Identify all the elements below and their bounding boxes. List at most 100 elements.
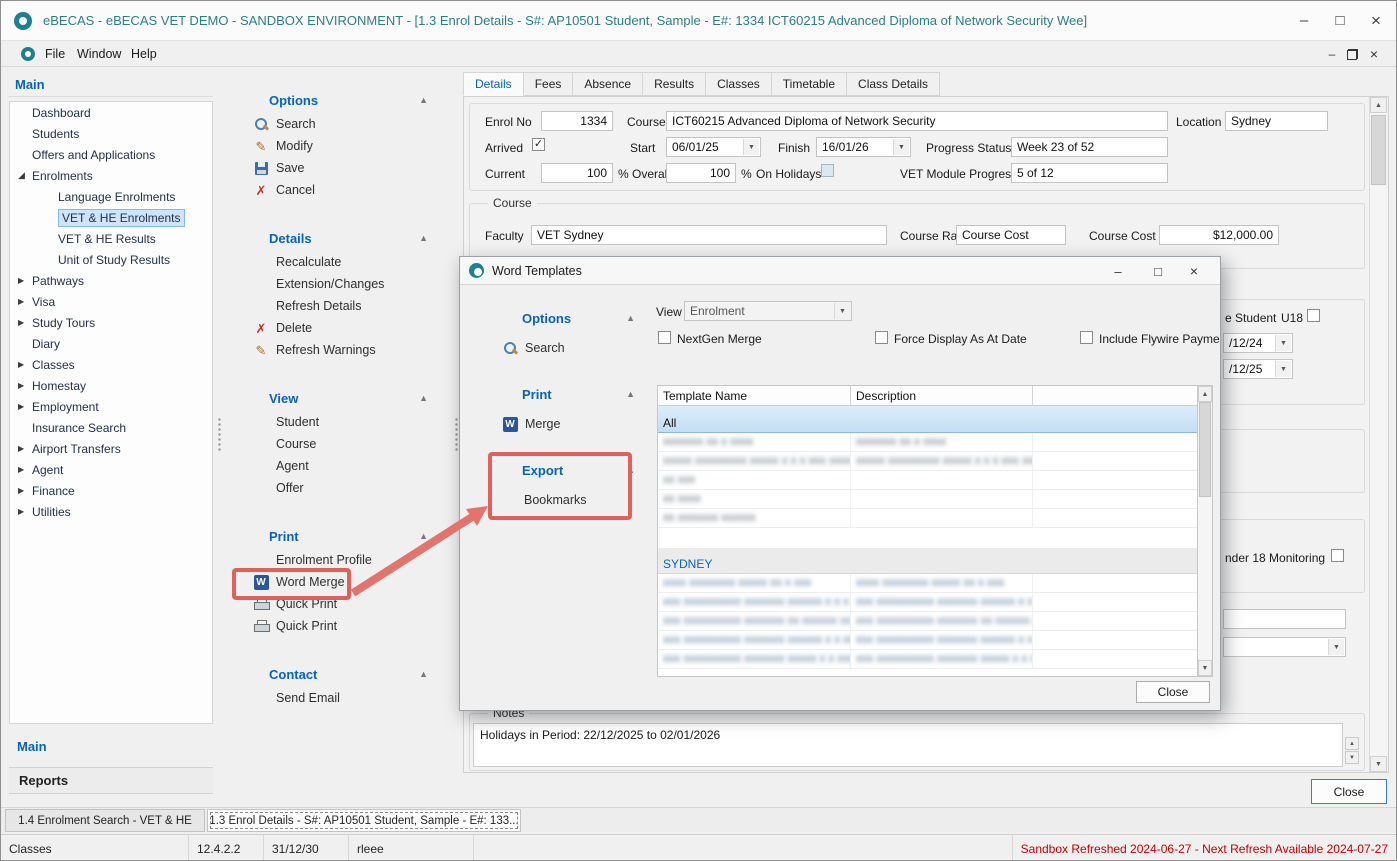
sidebar-item-employment[interactable]: ▶Employment bbox=[10, 396, 212, 417]
menu-window[interactable]: Window bbox=[69, 41, 129, 66]
table-row-all[interactable]: All bbox=[658, 406, 1197, 433]
tab-results[interactable]: Results bbox=[643, 72, 706, 96]
table-row[interactable]: xxxx xxxxxxxx xxxxx xx x xxxxxxx xxxxxxx… bbox=[658, 574, 1197, 593]
under18-monitoring-checkbox[interactable] bbox=[1331, 549, 1344, 562]
table-row[interactable]: xxx xxxxxxxxxx xxxxxxx xxxxxx x x xxxxxx… bbox=[658, 631, 1197, 650]
sidebar-item-visa[interactable]: ▶Visa bbox=[10, 291, 212, 312]
dropdown-arrow-icon[interactable]: ▼ bbox=[743, 139, 759, 155]
table-row[interactable]: xxxxxxx xx x xxxxxxxxxxx xx x xxxx bbox=[658, 433, 1197, 452]
on-holidays-checkbox[interactable] bbox=[821, 164, 834, 177]
table-group-row-sydney[interactable]: SYDNEY bbox=[658, 548, 1197, 574]
splitter-sidebar[interactable] bbox=[216, 417, 223, 453]
table-row[interactable]: xx xxxxxxx xxxxxx bbox=[658, 509, 1197, 528]
current-field[interactable]: 100 bbox=[541, 163, 613, 183]
fee-date-bottom-dropdown[interactable]: /12/25▼ bbox=[1223, 359, 1293, 379]
sidebar-item-finance[interactable]: ▶Finance bbox=[10, 480, 212, 501]
group-header-contact[interactable]: Contact▲ bbox=[226, 661, 456, 687]
dropdown-arrow-icon[interactable]: ▼ bbox=[893, 139, 909, 155]
action-send-email[interactable]: Send Email bbox=[226, 687, 456, 709]
page-tab-enrol-details[interactable]: 1.3 Enrol Details - S#: AP10501 Student,… bbox=[207, 809, 521, 832]
action-cancel[interactable]: ✗Cancel bbox=[226, 179, 456, 201]
scroll-down-button[interactable]: ▼ bbox=[1198, 660, 1212, 676]
close-page-button[interactable]: Close bbox=[1311, 779, 1387, 804]
notes-textarea[interactable]: Holidays in Period: 22/12/2025 to 02/01/… bbox=[473, 723, 1343, 767]
action-modify[interactable]: ✎Modify bbox=[226, 135, 456, 157]
sidebar-item-diary[interactable]: Diary bbox=[10, 333, 212, 354]
action-refresh-warnings[interactable]: ✎Refresh Warnings bbox=[226, 339, 456, 361]
sidebar-item-offers-applications[interactable]: Offers and Applications bbox=[10, 144, 212, 165]
mdi-close-button[interactable]: × bbox=[1364, 44, 1384, 64]
dropdown-arrow-icon[interactable]: ▼ bbox=[1275, 361, 1291, 377]
view-dropdown[interactable]: Enrolment▼ bbox=[684, 301, 852, 321]
partial-field-2-dropdown[interactable]: ▼ bbox=[1223, 637, 1346, 657]
dialog-close-button[interactable]: × bbox=[1180, 259, 1208, 283]
dropdown-arrow-icon[interactable]: ▼ bbox=[1275, 335, 1291, 351]
sidebar-item-agent[interactable]: ▶Agent bbox=[10, 459, 212, 480]
dialog-action-merge[interactable]: Merge bbox=[472, 413, 645, 435]
course-rate-field[interactable]: Course Cost bbox=[956, 225, 1066, 245]
action-delete[interactable]: ✗Delete bbox=[226, 317, 456, 339]
table-scrollbar[interactable]: ▲ ▼ bbox=[1198, 385, 1213, 677]
location-field[interactable]: Sydney bbox=[1225, 111, 1328, 131]
close-button[interactable]: × bbox=[1358, 1, 1394, 40]
dialog-close-action-button[interactable]: Close bbox=[1136, 681, 1210, 703]
start-date-dropdown[interactable]: 06/01/25▼ bbox=[666, 137, 761, 157]
column-header-description[interactable]: Description bbox=[851, 386, 1033, 405]
sidebar-item-study-tours[interactable]: ▶Study Tours bbox=[10, 312, 212, 333]
maximize-button[interactable]: □ bbox=[1322, 1, 1358, 40]
column-header-template-name[interactable]: Template Name bbox=[658, 386, 851, 405]
sidebar-item-language-enrolments[interactable]: Language Enrolments bbox=[10, 186, 212, 207]
mdi-minimize-button[interactable]: – bbox=[1322, 44, 1342, 64]
action-view-student[interactable]: Student bbox=[226, 411, 456, 433]
course-field[interactable]: ICT60215 Advanced Diploma of Network Sec… bbox=[666, 111, 1168, 131]
vet-module-progress-field[interactable]: 5 of 12 bbox=[1011, 163, 1168, 183]
sidebar-item-enrolments[interactable]: ◢Enrolments bbox=[10, 165, 212, 186]
dialog-group-header-print[interactable]: Print▲ bbox=[472, 381, 645, 407]
table-row[interactable]: xx xxx bbox=[658, 471, 1197, 490]
overall-field[interactable]: 100 bbox=[666, 163, 736, 183]
sidebar-item-utilities[interactable]: ▶Utilities bbox=[10, 501, 212, 522]
table-row[interactable]: xx xxxx bbox=[658, 490, 1197, 509]
group-header-view[interactable]: View▲ bbox=[226, 385, 456, 411]
course-cost-field[interactable]: $12,000.00 bbox=[1159, 225, 1279, 245]
scroll-up-button[interactable]: ▲ bbox=[1370, 97, 1387, 113]
dropdown-arrow-icon[interactable]: ▼ bbox=[1328, 639, 1344, 655]
table-row[interactable]: xxxxx xxxxxxxxx xxxxx x x x xxx xxxxxxxx… bbox=[658, 452, 1197, 471]
tab-class-details[interactable]: Class Details bbox=[847, 72, 940, 96]
action-quick-print-2[interactable]: Quick Print bbox=[226, 615, 456, 637]
action-recalculate[interactable]: Recalculate bbox=[226, 251, 456, 273]
tab-details[interactable]: Details bbox=[463, 72, 524, 96]
action-refresh-details[interactable]: Refresh Details bbox=[226, 295, 456, 317]
scrollbar-thumb[interactable] bbox=[1371, 115, 1386, 185]
dialog-group-header-options[interactable]: Options▲ bbox=[472, 305, 645, 331]
sidebar-item-vet-he-enrolments[interactable]: VET & HE Enrolments bbox=[10, 207, 212, 228]
page-tab-enrolment-search[interactable]: 1.4 Enrolment Search - VET & HE bbox=[5, 809, 205, 832]
nextgen-merge-checkbox[interactable] bbox=[658, 331, 671, 344]
progress-status-field[interactable]: Week 23 of 52 bbox=[1011, 137, 1168, 157]
arrived-checkbox[interactable]: ✓ bbox=[532, 138, 545, 151]
partial-field-1[interactable] bbox=[1223, 609, 1346, 629]
minimize-button[interactable]: – bbox=[1286, 1, 1322, 40]
sidebar-item-students[interactable]: Students bbox=[10, 123, 212, 144]
sidebar-item-pathways[interactable]: ▶Pathways bbox=[10, 270, 212, 291]
action-view-agent[interactable]: Agent bbox=[226, 455, 456, 477]
u18-checkbox[interactable] bbox=[1307, 309, 1320, 322]
action-extension-changes[interactable]: Extension/Changes bbox=[226, 273, 456, 295]
scroll-down-button[interactable]: ▼ bbox=[1370, 756, 1387, 772]
group-header-details[interactable]: Details▲ bbox=[226, 225, 456, 251]
faculty-field[interactable]: VET Sydney bbox=[531, 225, 887, 245]
sidebar-item-homestay[interactable]: ▶Homestay bbox=[10, 375, 212, 396]
menu-file[interactable]: File bbox=[37, 41, 73, 66]
content-scrollbar[interactable]: ▲ ▼ bbox=[1369, 97, 1387, 772]
sidebar-section-reports[interactable]: Reports bbox=[9, 767, 213, 794]
tab-fees[interactable]: Fees bbox=[524, 72, 574, 96]
dropdown-arrow-icon[interactable]: ▼ bbox=[834, 303, 850, 319]
sidebar-item-insurance-search[interactable]: Insurance Search bbox=[10, 417, 212, 438]
menu-help[interactable]: Help bbox=[123, 41, 165, 66]
mdi-restore-button[interactable] bbox=[1342, 44, 1362, 64]
finish-date-dropdown[interactable]: 16/01/26▼ bbox=[816, 137, 911, 157]
sidebar-item-dashboard[interactable]: Dashboard bbox=[10, 102, 212, 123]
fee-date-top-dropdown[interactable]: /12/24▼ bbox=[1223, 333, 1293, 353]
tab-classes[interactable]: Classes bbox=[706, 72, 772, 96]
notes-scroll-up-button[interactable]: ▲ bbox=[1345, 737, 1359, 750]
